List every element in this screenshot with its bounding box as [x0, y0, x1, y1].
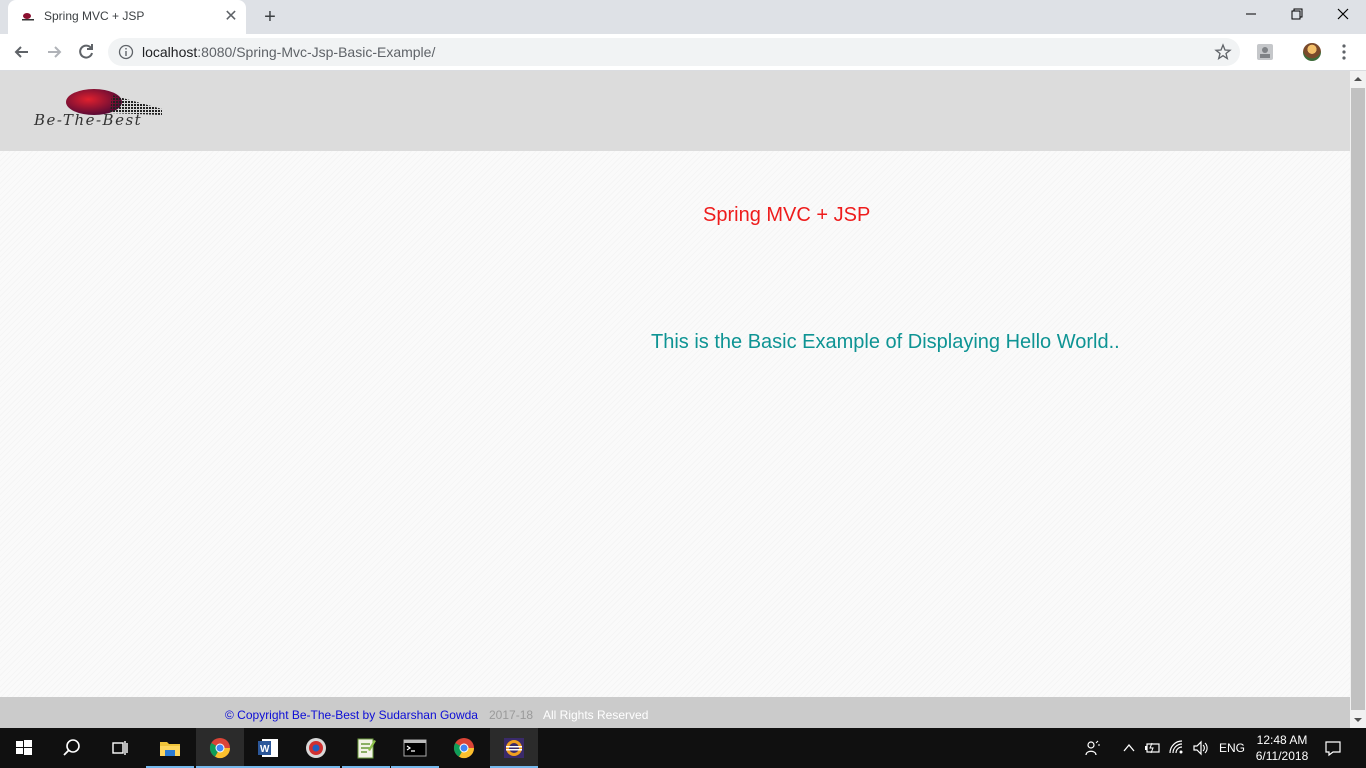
chrome-icon	[453, 738, 475, 759]
chevron-up-icon[interactable]	[1120, 739, 1138, 757]
eclipse-icon	[504, 738, 524, 758]
new-tab-icon[interactable]: +	[258, 6, 282, 28]
tab-title: Spring MVC + JSP	[44, 9, 145, 23]
search-button[interactable]	[48, 728, 96, 768]
taskbar-eclipse[interactable]	[490, 728, 538, 768]
svg-text:Be-The-Best: Be-The-Best	[33, 111, 142, 129]
footer-rights: All Rights Reserved	[543, 708, 649, 722]
chrome-icon	[209, 738, 231, 759]
site-favicon-icon	[22, 13, 34, 21]
browser-toolbar: localhost:8080/Spring-Mvc-Jsp-Basic-Exam…	[0, 34, 1366, 71]
app-icon	[306, 738, 326, 758]
browser-titlebar: Spring MVC + JSP ✕ +	[0, 0, 1366, 34]
footer-copyright[interactable]: © Copyright Be-The-Best by Sudarshan Gow…	[225, 708, 478, 722]
scroll-down-icon[interactable]	[1350, 712, 1366, 728]
back-icon[interactable]	[8, 38, 36, 66]
scroll-up-icon[interactable]	[1350, 71, 1366, 87]
info-icon[interactable]	[118, 44, 134, 60]
hello-message: This is the Basic Example of Displaying …	[651, 331, 1120, 353]
url-path: :8080/Spring-Mvc-Jsp-Basic-Example/	[197, 44, 436, 60]
site-header: Be-The-Best	[0, 71, 1350, 151]
clock-time: 12:48 AM	[1256, 733, 1308, 747]
footer-year: 2017-18	[489, 708, 534, 722]
cmd-icon	[403, 739, 427, 757]
minimize-icon[interactable]	[1228, 0, 1274, 32]
taskbar-cmd[interactable]	[391, 728, 439, 768]
notepadpp-icon	[357, 738, 376, 759]
address-bar[interactable]: localhost:8080/Spring-Mvc-Jsp-Basic-Exam…	[108, 38, 1240, 66]
battery-icon[interactable]	[1144, 739, 1162, 757]
site-footer: © Copyright Be-The-Best by Sudarshan Gow…	[0, 697, 1350, 728]
extension-icon[interactable]	[1256, 43, 1274, 61]
scroll-thumb[interactable]	[1351, 88, 1365, 710]
system-clock[interactable]: 12:48 AM 6/11/2018	[1252, 732, 1312, 764]
search-icon	[63, 739, 80, 756]
task-view-icon	[112, 741, 128, 755]
forward-icon[interactable]	[40, 38, 68, 66]
taskbar-app[interactable]	[292, 728, 340, 768]
volume-icon[interactable]	[1192, 739, 1210, 757]
page-scrollbar[interactable]	[1350, 71, 1366, 728]
wifi-icon[interactable]	[1168, 739, 1186, 757]
tab-close-icon[interactable]: ✕	[222, 8, 240, 26]
page-title: Spring MVC + JSP	[703, 204, 871, 226]
taskbar-notepadpp[interactable]	[342, 728, 390, 768]
windows-start-icon	[16, 740, 32, 755]
be-the-best-logo[interactable]: Be-The-Best	[32, 89, 192, 129]
language-indicator[interactable]: ENG	[1219, 741, 1245, 755]
chrome-menu-icon[interactable]	[1336, 42, 1352, 62]
notifications-icon[interactable]	[1324, 739, 1342, 757]
start-button[interactable]	[0, 728, 48, 768]
taskbar-chrome[interactable]	[196, 728, 244, 768]
taskbar-chrome-2[interactable]	[440, 728, 488, 768]
page-viewport: Be-The-Best Spring MVC + JSP This is the…	[0, 71, 1350, 728]
close-window-icon[interactable]	[1320, 0, 1366, 32]
url-host: localhost	[142, 44, 198, 60]
task-view-button[interactable]	[96, 728, 144, 768]
url-text[interactable]: localhost:8080/Spring-Mvc-Jsp-Basic-Exam…	[142, 44, 435, 60]
word-icon: W	[258, 739, 278, 757]
bookmark-star-icon[interactable]	[1214, 43, 1232, 61]
file-explorer-icon	[160, 742, 180, 756]
windows-taskbar: W ENG 12:48 AM 6/11/2018	[0, 728, 1366, 768]
restore-icon[interactable]	[1274, 0, 1320, 32]
taskbar-word[interactable]: W	[244, 728, 292, 768]
clock-date: 6/11/2018	[1255, 749, 1309, 763]
taskbar-file-explorer[interactable]	[146, 728, 194, 768]
reload-icon[interactable]	[72, 38, 100, 66]
people-icon[interactable]	[1084, 739, 1102, 757]
profile-avatar[interactable]	[1303, 43, 1321, 61]
svg-text:W: W	[260, 744, 270, 755]
browser-tab[interactable]: Spring MVC + JSP ✕	[8, 0, 246, 34]
